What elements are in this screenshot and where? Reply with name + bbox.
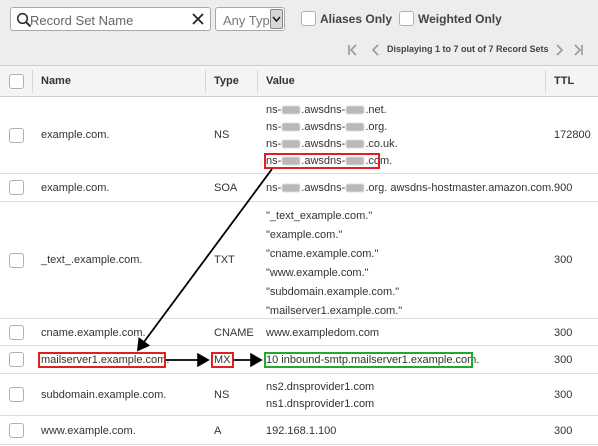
row-select-checkbox[interactable] — [9, 128, 24, 143]
row-select-checkbox[interactable] — [9, 387, 24, 402]
record-value-line: ns2.dnsprovider1.com — [266, 381, 375, 393]
table-row[interactable]: cname.example.com. CNAME www.exampledom.… — [0, 319, 598, 346]
column-header-ttl[interactable]: TTL — [554, 75, 574, 87]
record-type: NS — [214, 129, 230, 141]
redacted-mark — [282, 106, 301, 115]
table-row[interactable]: www.example.com. A 192.168.1.100 300 — [0, 416, 598, 445]
record-ttl: 300 — [554, 327, 573, 339]
record-type: SOA — [214, 182, 238, 194]
record-name: www.example.com. — [41, 425, 136, 437]
record-value-line: "www.example.com." — [266, 267, 369, 279]
dropdown-arrow-icon[interactable] — [270, 9, 283, 29]
type-filter-value: Any Type — [223, 13, 277, 28]
record-ttl: 172800 — [554, 129, 591, 141]
record-set-search-input[interactable]: Record Set Name — [10, 7, 211, 31]
row-select-checkbox[interactable] — [9, 325, 24, 340]
prev-page-icon[interactable] — [370, 44, 382, 56]
record-value-line: "_text_example.com." — [266, 210, 373, 222]
aliases-only-label: Aliases Only — [320, 12, 393, 26]
redacted-mark — [346, 123, 365, 132]
row-select-checkbox[interactable] — [9, 352, 24, 367]
column-header-name[interactable]: Name — [41, 75, 71, 87]
table-row[interactable]: _text_.example.com. TXT "_text_example.c… — [0, 202, 598, 319]
row-select-checkbox[interactable] — [9, 253, 24, 268]
record-set-toolbar: Record Set Name Any Type Aliases Only We… — [0, 0, 598, 66]
select-all-checkbox[interactable] — [9, 74, 24, 89]
column-header-value[interactable]: Value — [266, 75, 295, 87]
record-value-line: ns- .awsdns- .net. — [266, 104, 387, 116]
table-row[interactable]: subdomain.example.com. NS ns2.dnsprovide… — [0, 374, 598, 416]
table-row[interactable]: example.com. SOA ns- .awsdns- .org. awsdns… — [0, 174, 598, 202]
record-value-line: 192.168.1.100 — [266, 425, 337, 437]
highlight-box-ns-value — [264, 153, 380, 169]
record-value-line: "mailserver1.example.com." — [266, 305, 403, 317]
redacted-mark — [346, 140, 365, 149]
record-value-line: ns1.dnsprovider1.com — [266, 398, 375, 410]
record-value-line: ns- .awsdns- .org. — [266, 121, 388, 133]
type-filter-select[interactable]: Any Type — [215, 7, 285, 31]
highlight-box-mx-value — [264, 352, 473, 368]
record-ttl: 300 — [554, 389, 573, 401]
record-type: CNAME — [214, 327, 254, 339]
record-name: example.com. — [41, 182, 110, 194]
record-type: TXT — [214, 254, 235, 266]
record-name: example.com. — [41, 129, 110, 141]
weighted-only-label: Weighted Only — [418, 12, 502, 26]
pagination-status: Displaying 1 to 7 out of 7 Record Sets — [387, 44, 549, 54]
row-select-checkbox[interactable] — [9, 180, 24, 195]
record-ttl: 300 — [554, 354, 573, 366]
row-select-checkbox[interactable] — [9, 423, 24, 438]
record-value-line: ns- .awsdns- .co.uk. — [266, 138, 398, 150]
first-page-icon[interactable] — [347, 44, 359, 56]
record-type: A — [214, 425, 222, 437]
weighted-only-checkbox[interactable] — [399, 11, 414, 26]
table-header: Name Type Value TTL — [0, 66, 598, 97]
record-value-line: "example.com." — [266, 229, 343, 241]
record-name: subdomain.example.com. — [41, 389, 167, 401]
record-value-line: www.exampledom.com — [266, 327, 380, 339]
record-ttl: 300 — [554, 425, 573, 437]
aliases-only-checkbox[interactable] — [301, 11, 316, 26]
record-ttl: 300 — [554, 254, 573, 266]
record-type: NS — [214, 389, 230, 401]
record-value-line: "subdomain.example.com." — [266, 286, 400, 298]
next-page-icon[interactable] — [553, 44, 565, 56]
clear-icon[interactable] — [190, 11, 206, 27]
record-ttl: 900 — [554, 182, 573, 194]
column-header-type[interactable]: Type — [214, 75, 239, 87]
record-value-line: "cname.example.com." — [266, 248, 379, 260]
redacted-mark — [282, 140, 301, 149]
redacted-mark — [346, 106, 365, 115]
highlight-box-mx-type — [211, 352, 234, 368]
redacted-mark — [346, 184, 365, 193]
record-name: cname.example.com. — [41, 327, 146, 339]
last-page-icon[interactable] — [572, 44, 584, 56]
redacted-mark — [282, 123, 301, 132]
record-name: _text_.example.com. — [41, 254, 143, 266]
search-placeholder: Record Set Name — [30, 13, 134, 28]
highlight-box-mx-name — [38, 352, 166, 368]
record-value-line: ns- .awsdns- .org. awsdns-hostmaster.amazo… — [266, 182, 555, 194]
redacted-mark — [282, 184, 301, 193]
